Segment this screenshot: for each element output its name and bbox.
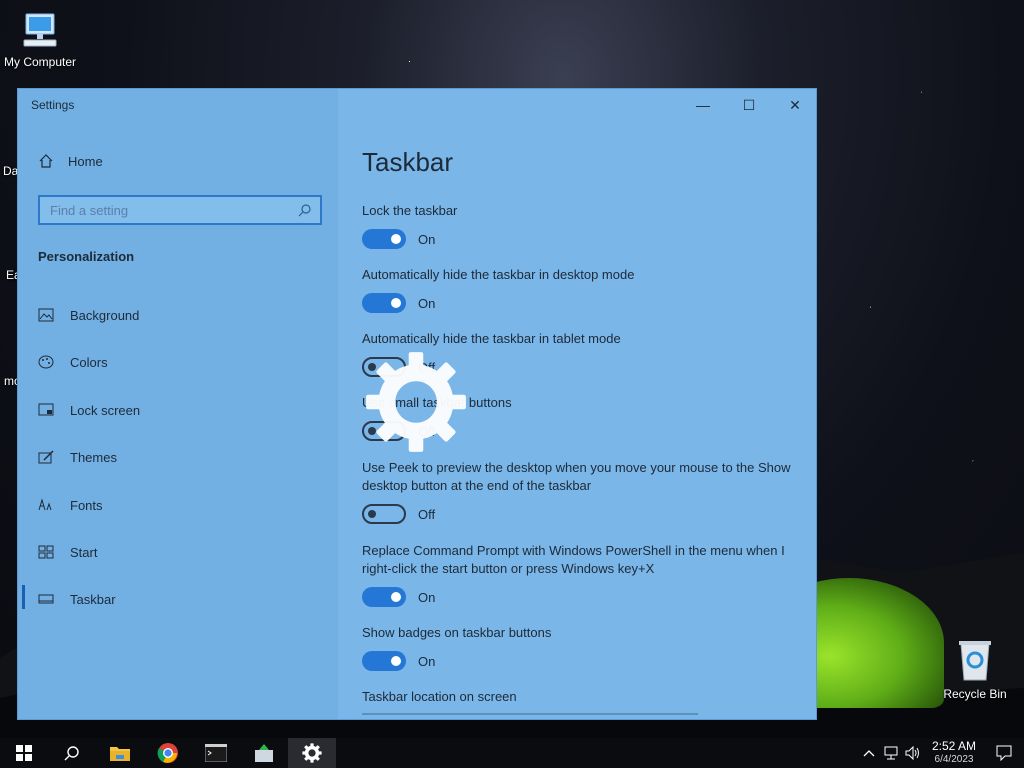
desktop-icon-label: Recycle Bin [943, 687, 1007, 701]
sidebar-item-background[interactable]: Background [38, 300, 328, 330]
network-button[interactable] [880, 738, 902, 768]
setting-label: Use Peek to preview the desktop when you… [362, 460, 791, 493]
taskbar-icon [38, 592, 54, 606]
gear-icon [302, 743, 322, 763]
toggle-autohide-desktop[interactable]: On [362, 293, 435, 313]
desktop-icon-recycle-bin[interactable]: Recycle Bin [935, 638, 1015, 701]
sidebar-item-lock-screen[interactable]: Lock screen [38, 395, 328, 425]
search-icon[interactable] [298, 203, 312, 217]
sidebar-home-label: Home [68, 153, 103, 169]
window-title: Settings [31, 98, 75, 112]
toggle-switch[interactable] [362, 504, 406, 524]
toggle-powershell[interactable]: On [362, 587, 435, 607]
toggle-state: On [418, 653, 436, 669]
show-hidden-icons-button[interactable] [858, 738, 880, 768]
sidebar-item-themes[interactable]: Themes [38, 442, 328, 472]
search-box[interactable] [38, 195, 322, 225]
toggle-switch[interactable] [362, 293, 406, 313]
clock-time: 2:52 AM [931, 739, 977, 753]
chevron-up-icon [863, 750, 875, 757]
search-button[interactable] [48, 738, 96, 768]
taskbar-settings[interactable] [288, 738, 336, 768]
search-icon [64, 746, 79, 761]
page-title: Taskbar [362, 147, 454, 177]
sidebar-item-taskbar[interactable]: Taskbar [38, 584, 328, 614]
toggle-state: Off [418, 506, 436, 522]
action-center-button[interactable] [984, 738, 1024, 768]
sidebar-item-fonts[interactable]: Fonts [38, 490, 328, 520]
notification-icon [996, 745, 1012, 761]
clock-date: 6/4/2023 [934, 754, 974, 765]
speaker-icon [905, 746, 919, 760]
sidebar-item-label: Fonts [70, 497, 103, 513]
taskbar: 2:52 AM 6/4/2023 [0, 738, 1024, 768]
active-indicator [22, 585, 25, 609]
image-icon [38, 308, 54, 322]
start-button[interactable] [0, 738, 48, 768]
volume-button[interactable] [902, 738, 924, 768]
loading-gear-icon [366, 352, 466, 452]
toggle-switch[interactable] [362, 229, 406, 249]
sidebar-item-label: Start [70, 544, 98, 560]
setting-label: Automatically hide the taskbar in tablet… [362, 331, 621, 346]
sidebar-item-label: Taskbar [70, 591, 116, 607]
taskbar-app[interactable] [240, 738, 288, 768]
clock[interactable]: 2:52 AM 6/4/2023 [924, 739, 984, 767]
start-tiles-icon [38, 545, 54, 559]
toggle-badges[interactable]: On [362, 651, 435, 671]
toggle-switch[interactable] [362, 651, 406, 671]
desktop-icon-label: My Computer [3, 55, 77, 69]
section-title: Personalization [38, 249, 135, 264]
sidebar-item-label: Colors [70, 354, 108, 370]
sidebar-item-label: Themes [70, 449, 117, 465]
sidebar-item-label: Lock screen [70, 402, 141, 418]
toggle-state: On [418, 589, 436, 605]
app-icon [255, 744, 273, 762]
taskbar-file-explorer[interactable] [96, 738, 144, 768]
sidebar-item-label: Background [70, 307, 140, 323]
chrome-icon [157, 743, 178, 763]
setting-label: Show badges on taskbar buttons [362, 625, 552, 640]
toggle-state: On [418, 231, 436, 247]
toggle-switch[interactable] [362, 587, 406, 607]
lock-screen-icon [38, 403, 54, 417]
setting-label: Taskbar location on screen [362, 689, 517, 704]
toggle-state: On [418, 295, 436, 311]
recycle-bin-icon [959, 641, 991, 681]
brush-icon [38, 450, 54, 464]
search-input[interactable] [48, 201, 298, 219]
sidebar-item-colors[interactable]: Colors [38, 347, 328, 377]
sidebar-home[interactable]: Home [38, 153, 103, 169]
taskbar-terminal[interactable] [192, 738, 240, 768]
palette-icon [38, 355, 54, 369]
toggle-peek[interactable]: Off [362, 504, 435, 524]
location-dropdown[interactable] [362, 713, 698, 715]
desktop-icon-my-computer[interactable]: My Computer [0, 10, 80, 69]
toggle-lock-taskbar[interactable]: On [362, 229, 435, 249]
computer-icon [23, 13, 57, 47]
home-icon [39, 154, 53, 168]
setting-label: Automatically hide the taskbar in deskto… [362, 267, 635, 282]
network-icon [884, 746, 898, 760]
setting-label: Replace Command Prompt with Windows Powe… [362, 543, 785, 576]
font-icon [38, 498, 54, 512]
taskbar-chrome[interactable] [144, 738, 192, 768]
sidebar: Home Personalization Background Colors L… [18, 89, 338, 719]
setting-label: Lock the taskbar [362, 203, 458, 218]
system-tray: 2:52 AM 6/4/2023 [858, 738, 1024, 768]
sidebar-item-start[interactable]: Start [38, 537, 328, 567]
windows-logo-icon [16, 745, 32, 761]
terminal-icon [205, 744, 227, 762]
folder-icon [110, 747, 130, 761]
